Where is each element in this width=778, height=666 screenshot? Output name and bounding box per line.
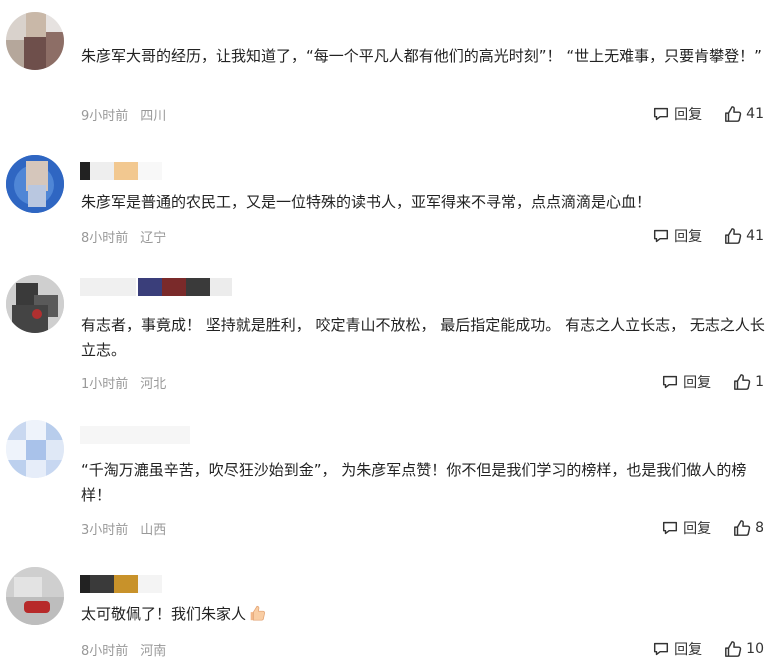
comment-meta: 3小时前 山西 [81, 519, 166, 538]
thumbs-up-icon [734, 374, 751, 390]
comment-actions: 回复 8 [661, 518, 764, 538]
like-button[interactable]: 41 [724, 227, 764, 245]
comment-time: 8小时前 [81, 231, 129, 246]
like-button[interactable]: 10 [724, 640, 764, 658]
comment-location: 河南 [140, 644, 167, 659]
comment-actions: 回复 10 [652, 639, 764, 659]
like-count: 10 [746, 641, 764, 657]
comment-text: 朱彦军大哥的经历，让我知道了，“每一个平凡人都有他们的高光时刻”！ “世上无难事… [81, 47, 762, 65]
comment-time: 1小时前 [81, 377, 129, 392]
comment-actions: 回复 41 [652, 226, 764, 246]
thumbs-up-icon [734, 520, 751, 536]
reply-button[interactable]: 回复 [652, 639, 702, 659]
comment-bubble-icon [654, 229, 669, 243]
comment-meta: 1小时前 河北 [81, 373, 166, 392]
comment-time: 8小时前 [81, 644, 129, 659]
comment-text: 朱彦军是普通的农民工，又是一位特殊的读书人，亚军得来不寻常，点点滴滴是心血！ [81, 193, 652, 211]
comment-bubble-icon [663, 521, 678, 535]
comment-text: 有志者，事竟成！ 坚持就是胜利， 咬定青山不放松， 最后指定能成功。 有志之人立… [81, 316, 765, 359]
reply-button[interactable]: 回复 [661, 372, 711, 392]
avatar[interactable] [6, 420, 64, 478]
like-count: 41 [746, 228, 764, 244]
like-button[interactable]: 41 [724, 105, 764, 123]
thumbs-up-icon [725, 641, 742, 657]
reply-label: 回复 [674, 229, 703, 245]
comment-text-content: 太可敬佩了！我们朱家人 [81, 605, 247, 623]
comment-time: 3小时前 [81, 523, 129, 538]
comment-location: 辽宁 [140, 231, 167, 246]
like-button[interactable]: 8 [733, 519, 764, 537]
comment-meta: 8小时前 河南 [81, 640, 166, 659]
comment-item: 朱彦军大哥的经历，让我知道了，“每一个平凡人都有他们的高光时刻”！ “世上无难事… [0, 0, 778, 130]
like-count: 41 [746, 106, 764, 122]
comment-actions: 回复 1 [661, 372, 764, 392]
avatar[interactable] [6, 155, 64, 213]
comment-location: 山西 [140, 523, 167, 538]
reply-label: 回复 [674, 642, 703, 658]
reply-label: 回复 [683, 375, 712, 391]
avatar[interactable] [6, 567, 64, 625]
reply-button[interactable]: 回复 [652, 104, 702, 124]
comment-meta: 8小时前 辽宁 [81, 227, 166, 246]
thumbs-up-icon [725, 228, 742, 244]
reply-label: 回复 [674, 107, 703, 123]
comment-actions: 回复 41 [652, 104, 764, 124]
avatar[interactable] [6, 12, 64, 70]
like-count: 1 [755, 374, 764, 390]
like-count: 8 [755, 520, 764, 536]
reply-button[interactable]: 回复 [652, 226, 702, 246]
comment-time: 9小时前 [81, 109, 129, 124]
comment-bubble-icon [663, 375, 678, 389]
comment-bubble-icon [654, 642, 669, 656]
reply-label: 回复 [683, 521, 712, 537]
comment-location: 四川 [140, 109, 167, 124]
comment-text: “千淘万漉虽辛苦，吹尽狂沙始到金”， 为朱彦军点赞！你不但是我们学习的榜样，也是… [81, 461, 747, 504]
comment-text: 太可敬佩了！我们朱家人 [81, 602, 769, 627]
reply-button[interactable]: 回复 [661, 518, 711, 538]
thumbs-up-emoji-icon [250, 605, 265, 621]
comment-list: 朱彦军大哥的经历，让我知道了，“每一个平凡人都有他们的高光时刻”！ “世上无难事… [0, 0, 778, 666]
thumbs-up-icon [725, 106, 742, 122]
comment-meta: 9小时前 四川 [81, 105, 166, 124]
comment-bubble-icon [654, 107, 669, 121]
comment-location: 河北 [140, 377, 167, 392]
avatar[interactable] [6, 275, 64, 333]
like-button[interactable]: 1 [733, 373, 764, 391]
